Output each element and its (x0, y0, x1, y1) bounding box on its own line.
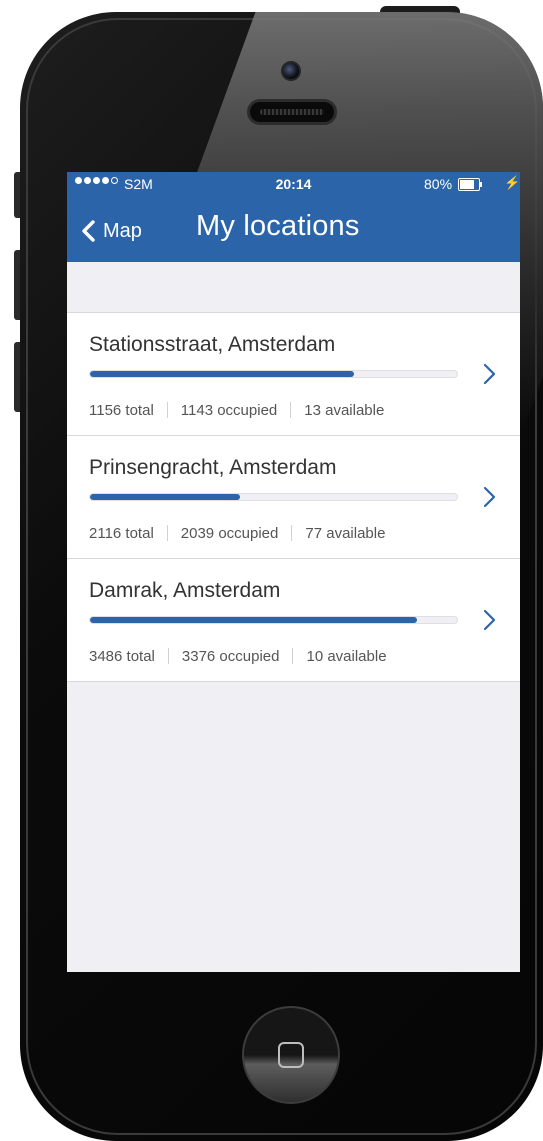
stat-divider (166, 402, 168, 418)
navigation-header: S2M 20:14 80% ⚡ Map My locations (67, 172, 520, 262)
app-screen: S2M 20:14 80% ⚡ Map My locations Station… (67, 172, 520, 972)
location-row[interactable]: Prinsengracht, Amsterdam 2116 total 2039… (67, 436, 520, 559)
stat-divider (166, 525, 168, 541)
total-count: 1156 total (89, 402, 154, 419)
home-button[interactable] (242, 1006, 340, 1104)
occupied-count: 1143 occupied (180, 402, 278, 419)
location-stats: 1156 total 1143 occupied 13 available (89, 402, 384, 419)
locations-list: Stationsstraat, Amsterdam 1156 total 114… (67, 312, 520, 682)
home-square-icon (278, 1042, 304, 1068)
charging-bolt-icon: ⚡ (504, 175, 520, 190)
location-row[interactable]: Stationsstraat, Amsterdam 1156 total 114… (67, 313, 520, 436)
location-name: Stationsstraat, Amsterdam (89, 333, 336, 356)
back-button[interactable]: Map (81, 214, 142, 248)
chevron-right-icon (483, 363, 496, 385)
status-bar: S2M 20:14 80% ⚡ (67, 172, 520, 198)
available-count: 77 available (305, 525, 386, 542)
earpiece-speaker (247, 99, 337, 125)
occupied-count: 2039 occupied (180, 525, 279, 542)
location-stats: 2116 total 2039 occupied 77 available (89, 525, 385, 542)
occupancy-bar (89, 616, 458, 624)
stat-divider (290, 402, 292, 418)
page-title: My locations (196, 210, 360, 242)
stat-divider (292, 648, 294, 664)
battery-icon (458, 178, 486, 191)
battery-percentage: 80% (424, 176, 453, 192)
chevron-left-icon (82, 220, 95, 242)
occupancy-bar (89, 370, 458, 378)
total-count: 3486 total (89, 648, 155, 665)
stat-divider (167, 648, 169, 664)
status-time: 20:14 (275, 176, 312, 192)
occupancy-bar (89, 493, 458, 501)
location-row[interactable]: Damrak, Amsterdam 3486 total 3376 occupi… (67, 559, 520, 682)
location-stats: 3486 total 3376 occupied 10 available (89, 648, 387, 665)
occupied-count: 3376 occupied (181, 648, 280, 665)
location-name: Damrak, Amsterdam (89, 579, 281, 602)
occupancy-bar-fill (90, 617, 417, 623)
total-count: 2116 total (89, 525, 154, 542)
chevron-right-icon (483, 486, 496, 508)
back-button-label: Map (103, 219, 142, 242)
available-count: 10 available (306, 648, 387, 665)
front-camera (281, 61, 301, 81)
available-count: 13 available (304, 402, 385, 419)
occupancy-bar-fill (90, 494, 241, 500)
location-name: Prinsengracht, Amsterdam (89, 456, 337, 479)
occupancy-bar-fill (90, 371, 355, 377)
stat-divider (291, 525, 293, 541)
chevron-right-icon (483, 609, 496, 631)
